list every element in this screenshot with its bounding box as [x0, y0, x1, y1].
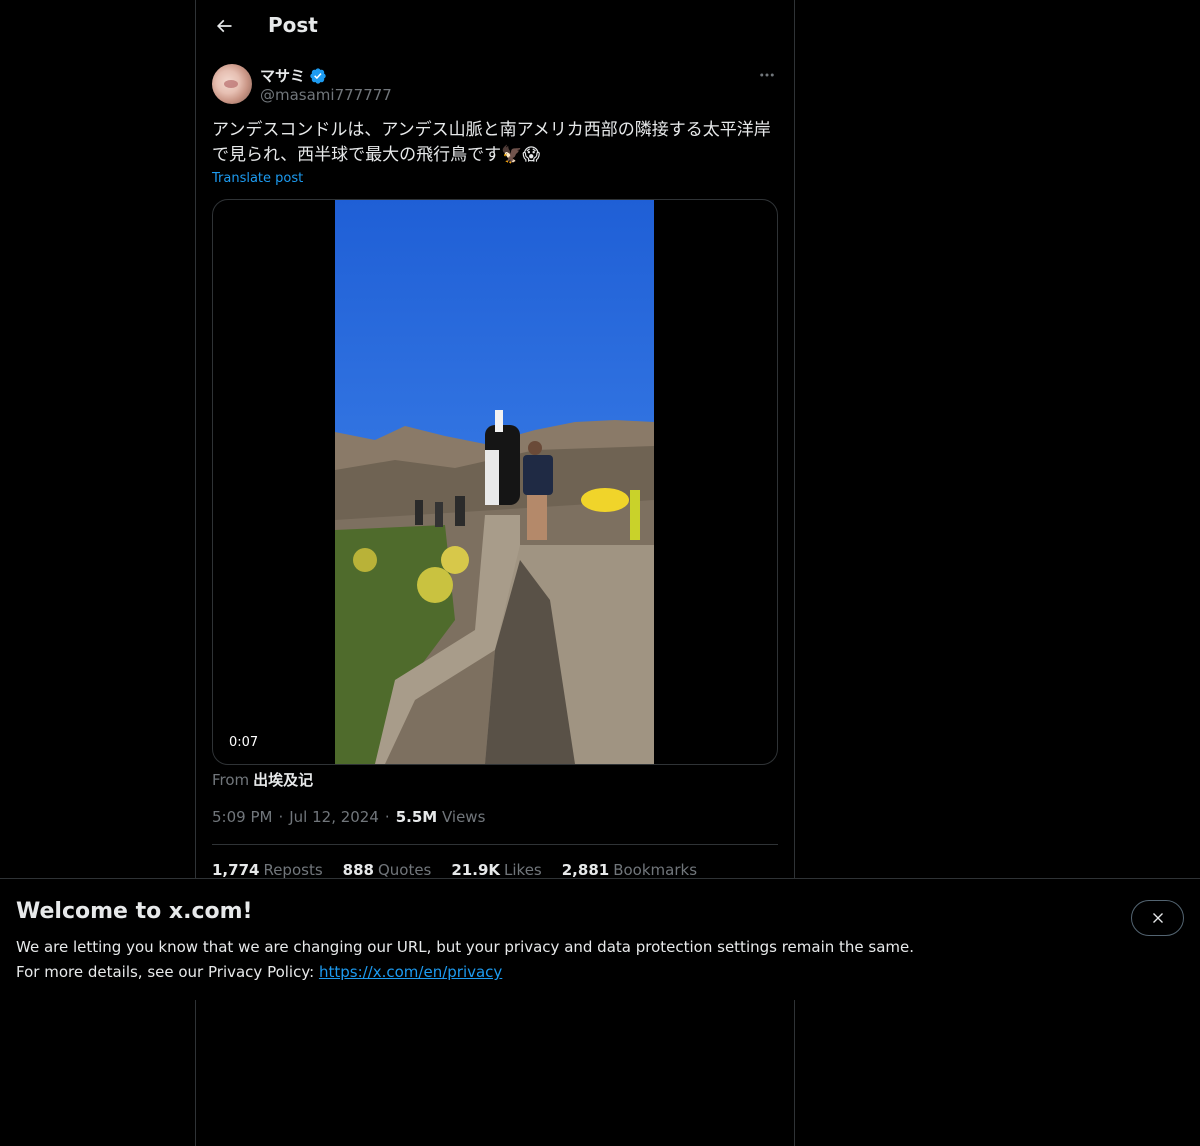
page-title: Post: [268, 13, 318, 37]
more-button[interactable]: [756, 64, 778, 86]
post-time[interactable]: 5:09 PM: [212, 808, 272, 826]
author-name[interactable]: マサミ: [260, 65, 327, 86]
banner-title: Welcome to x.com!: [16, 899, 253, 924]
welcome-banner: Welcome to x.com! We are letting you kno…: [0, 878, 1200, 1000]
stat-label: Bookmarks: [613, 861, 698, 879]
post-text: アンデスコンドルは、アンデス山脈と南アメリカ西部の隣接する太平洋岸で見られ、西半…: [212, 120, 771, 165]
source-prefix: From: [212, 771, 250, 789]
source-attribution: From 出埃及记: [212, 769, 313, 790]
banner-line-1: We are letting you know that we are chan…: [16, 938, 915, 956]
meta-separator: ·: [278, 808, 284, 826]
meta-separator: ·: [384, 808, 390, 826]
close-icon: [1152, 913, 1163, 923]
stat-count: 1,774: [212, 861, 260, 879]
engagement-stats: 1,774 Reposts 888 Quotes 21.9K Likes 2,881 B…: [212, 861, 697, 879]
verified-badge-icon: [310, 67, 326, 84]
author-name-text: マサミ: [260, 67, 306, 85]
stat-count: 21.9K: [451, 861, 501, 879]
author-handle[interactable]: @masami777777: [260, 86, 392, 104]
close-banner-button[interactable]: [1131, 900, 1184, 936]
stat-reposts[interactable]: 1,774 Reposts: [212, 861, 323, 879]
more-horizontal-icon: [760, 73, 774, 77]
post-author: マサミ @masami777777: [212, 64, 778, 108]
privacy-policy-link[interactable]: https://x.com/en/privacy: [319, 963, 502, 981]
arrow-left-icon: [216, 19, 232, 33]
stat-bookmarks[interactable]: 2,881 Bookmarks: [562, 861, 697, 879]
video-still-image: [335, 200, 654, 764]
back-button[interactable]: [210, 12, 238, 40]
stat-count: 888: [342, 861, 374, 879]
translate-post-link[interactable]: Translate post: [212, 171, 303, 186]
stat-count: 2,881: [561, 861, 610, 879]
stat-label: Likes: [504, 861, 542, 879]
top-bar: Post: [196, 0, 794, 53]
divider: [212, 844, 778, 845]
video-duration: 0:07: [223, 733, 265, 752]
stat-label: Reposts: [263, 861, 323, 879]
avatar[interactable]: [212, 64, 252, 104]
banner-body: We are letting you know that we are chan…: [16, 935, 914, 985]
views-label: Views: [441, 808, 486, 826]
views-count: 5.5M: [395, 808, 438, 826]
stat-likes[interactable]: 21.9K Likes: [451, 861, 541, 879]
stat-label: Quotes: [377, 861, 432, 879]
source-name[interactable]: 出埃及记: [253, 771, 313, 789]
post-meta: 5:09 PM · Jul 12, 2024 · 5.5M Views: [212, 808, 485, 826]
video-player[interactable]: 0:07: [212, 199, 778, 765]
post-date[interactable]: Jul 12, 2024: [289, 808, 379, 826]
video-frame[interactable]: [335, 200, 654, 764]
stat-quotes[interactable]: 888 Quotes: [343, 861, 432, 879]
banner-line-2-prefix: For more details, see our Privacy Policy…: [16, 963, 315, 981]
banner-line-2: For more details, see our Privacy Policy…: [16, 960, 914, 985]
